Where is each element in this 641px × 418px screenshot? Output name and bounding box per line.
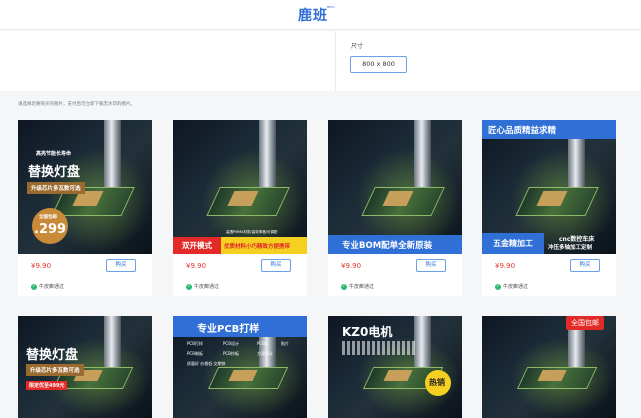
- price: ¥9.90: [341, 262, 362, 270]
- top-bar: 鹿班 BETA: [0, 0, 641, 30]
- product-image[interactable]: KZ0电机 热销: [328, 316, 462, 418]
- product-image[interactable]: 专业BOM配单全新原装: [328, 120, 462, 254]
- check-circle-icon: ✓: [341, 283, 347, 290]
- photo-background: [328, 120, 462, 254]
- image-card[interactable]: 高亮节能长寿命 替换灯盘 升级芯片多瓦数可选 全国包邮 .299 ¥9.90 购…: [18, 120, 152, 296]
- card-text: cnc数控车床: [559, 236, 595, 243]
- card-text: PCB抄板: [223, 351, 239, 356]
- buy-button[interactable]: 购买: [106, 259, 136, 272]
- options-panel: 尺寸 800 x 800: [0, 31, 641, 91]
- card-text: 升级芯片多瓦数可选: [27, 182, 85, 194]
- buy-button[interactable]: 购买: [261, 259, 291, 272]
- image-card[interactable]: 匠心品质精益求精 五金精加工 cnc数控车床 冲压多轴加工定制 ¥9.90 购买…: [482, 120, 616, 296]
- card-headline: 专业PCB打样: [197, 324, 260, 335]
- verified-status: ✓ 牛皮癣通过: [341, 283, 374, 290]
- product-image[interactable]: 高亮节能长寿命 替换灯盘 升级芯片多瓦数可选 全国包邮 .299: [18, 120, 152, 254]
- card-headline: 双开模式: [173, 237, 221, 254]
- verified-status: ✓ 牛皮癣通过: [495, 283, 528, 290]
- hot-badge-label: 热销: [429, 378, 445, 387]
- card-text: 五金精加工: [482, 233, 544, 254]
- image-card[interactable]: 专业PCB打样 PCB打样 PCB设计 PCBA 贴片 PCB制板 PCB抄板 …: [173, 316, 307, 418]
- check-circle-icon: ✓: [186, 283, 192, 290]
- image-card[interactable]: KZ0电机 热销: [328, 316, 462, 418]
- verified-status: ✓ 牛皮癣通过: [31, 283, 64, 290]
- blurred-text-block: [342, 341, 416, 355]
- price: ¥9.90: [186, 262, 207, 270]
- check-circle-icon: ✓: [495, 283, 501, 290]
- check-circle-icon: ✓: [31, 283, 37, 290]
- size-label: 尺寸: [351, 43, 364, 50]
- card-text: PCB设计: [223, 341, 239, 346]
- card-headline: 匠心品质精益求精: [488, 126, 557, 136]
- card-text: PCB制板: [187, 351, 203, 356]
- image-card[interactable]: 全国包邮: [482, 316, 616, 418]
- free-shipping-badge: 全国包邮: [566, 316, 604, 330]
- image-card[interactable]: 专业BOM配单全新原装 ¥9.90 购买 ✓ 牛皮癣通过: [328, 120, 462, 296]
- card-text: 优质材料小巧精致方便携带: [224, 244, 291, 250]
- image-card[interactable]: 替换灯盘 升级芯片多瓦数可选 限定优至499元: [18, 316, 152, 418]
- card-text: 高亮节能长寿命: [36, 151, 72, 157]
- card-text: 升级芯片多瓦数可选: [26, 364, 84, 376]
- card-headline: 替换灯盘: [28, 165, 81, 180]
- app-logo[interactable]: 鹿班: [298, 5, 328, 25]
- beta-tag: BETA: [327, 5, 335, 9]
- size-option-button[interactable]: 800 x 800: [350, 56, 407, 73]
- verified-status: ✓ 牛皮癣通过: [186, 283, 219, 290]
- card-text: 全国包邮: [39, 215, 57, 220]
- buy-button[interactable]: 购买: [416, 259, 446, 272]
- card-headline: 专业BOM配单全新原装: [342, 241, 433, 251]
- buy-button[interactable]: 购买: [570, 259, 600, 272]
- purchase-hint: 请选择您要购买的图片，支付后可立即下载无水印的图片。: [18, 102, 135, 107]
- card-text: 高透PMMA材质/高效率格/可调配: [226, 230, 278, 234]
- verified-label: 牛皮癣通过: [39, 284, 65, 290]
- options-left-area: [0, 31, 336, 91]
- product-image[interactable]: 匠心品质精益求精 五金精加工 cnc数控车床 冲压多轴加工定制: [482, 120, 616, 254]
- card-text: 冲压多轴加工定制: [548, 245, 593, 251]
- product-image[interactable]: 高透PMMA材质/高效率格/可调配 双开模式 优质材料小巧精致方便携带: [173, 120, 307, 254]
- image-card[interactable]: 高透PMMA材质/高效率格/可调配 双开模式 优质材料小巧精致方便携带 ¥9.9…: [173, 120, 307, 296]
- card-text: 方案设计: [257, 351, 273, 356]
- product-image[interactable]: 替换灯盘 升级芯片多瓦数可选 限定优至499元: [18, 316, 152, 418]
- card-text: PCBA: [257, 341, 268, 346]
- card-headline: 替换灯盘: [26, 348, 79, 363]
- price: ¥9.90: [31, 262, 52, 270]
- card-text: 贴片: [281, 341, 289, 346]
- product-image[interactable]: 专业PCB打样 PCB打样 PCB设计 PCBA 贴片 PCB制板 PCB抄板 …: [173, 316, 307, 418]
- card-headline: KZ0电机: [342, 325, 393, 339]
- card-text: PCB打样: [187, 341, 203, 346]
- photo-background: [482, 316, 616, 418]
- price: ¥9.90: [495, 262, 516, 270]
- card-text: 质量好 价格低 交期快: [187, 361, 226, 366]
- verified-label: 牛皮癣通过: [503, 284, 529, 290]
- card-price-tag: .299: [34, 222, 67, 237]
- verified-label: 牛皮癣通过: [194, 284, 220, 290]
- product-image[interactable]: 全国包邮: [482, 316, 616, 418]
- verified-label: 牛皮癣通过: [349, 284, 375, 290]
- card-text: 限定优至499元: [26, 381, 68, 390]
